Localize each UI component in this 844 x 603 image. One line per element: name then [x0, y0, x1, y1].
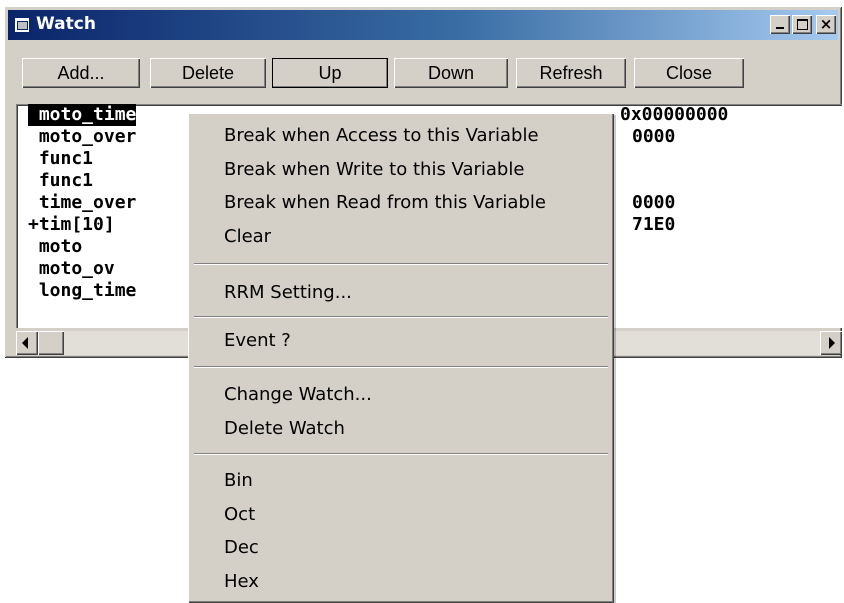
watch-row-name[interactable]: moto_ov — [28, 258, 115, 280]
watch-row-name[interactable]: +tim[10] — [28, 214, 115, 236]
menu-separator — [194, 316, 608, 318]
menu-item-dec[interactable]: Dec — [224, 533, 259, 563]
watch-row-name[interactable]: moto_over — [28, 126, 137, 148]
menu-item-change-watch[interactable]: Change Watch... — [224, 380, 372, 410]
window-icon[interactable] — [14, 17, 30, 33]
refresh-button[interactable]: Refresh — [516, 58, 626, 88]
menu-item-bin[interactable]: Bin — [224, 466, 253, 496]
watch-row-value: 0x00000000 — [620, 104, 729, 125]
watch-row-name[interactable]: func1 — [28, 170, 93, 192]
watch-row-value: 71E0 — [632, 214, 676, 235]
watch-row-name[interactable]: long_time — [28, 280, 137, 302]
menu-item-delete-watch[interactable]: Delete Watch — [224, 414, 345, 444]
watch-row-name[interactable]: time_over — [28, 192, 137, 214]
context-menu: Break when Access to this Variable Break… — [188, 113, 614, 603]
menu-item-break-write[interactable]: Break when Write to this Variable — [224, 155, 524, 185]
arrow-left-icon[interactable] — [16, 331, 38, 355]
menu-item-hex[interactable]: Hex — [224, 567, 259, 597]
watch-row-value: 0000 — [632, 126, 676, 147]
menu-item-break-access[interactable]: Break when Access to this Variable — [224, 121, 539, 151]
down-button[interactable]: Down — [394, 58, 508, 88]
menu-item-event[interactable]: Event ? — [224, 326, 291, 356]
menu-separator — [194, 453, 608, 455]
menu-item-clear[interactable]: Clear — [224, 222, 271, 252]
menu-separator — [194, 263, 608, 265]
close-button[interactable]: Close — [634, 58, 744, 88]
watch-row-name[interactable]: moto — [28, 236, 82, 258]
window-title: Watch — [36, 14, 96, 34]
close-icon[interactable]: × — [816, 15, 836, 34]
watch-row-name[interactable]: moto_time — [28, 104, 137, 126]
delete-button[interactable]: Delete — [150, 58, 266, 88]
menu-item-rrm-setting[interactable]: RRM Setting... — [224, 278, 352, 308]
watch-row-name[interactable]: func1 — [28, 148, 93, 170]
title-bar[interactable]: Watch × — [8, 10, 838, 40]
arrow-right-icon[interactable] — [820, 331, 842, 355]
add-button[interactable]: Add... — [22, 58, 140, 88]
menu-item-break-read[interactable]: Break when Read from this Variable — [224, 188, 546, 218]
scroll-thumb[interactable] — [38, 331, 64, 355]
menu-separator — [194, 366, 608, 368]
maximize-icon[interactable] — [792, 15, 812, 34]
watch-row-value: 0000 — [632, 192, 676, 213]
up-button[interactable]: Up — [272, 58, 388, 88]
menu-item-oct[interactable]: Oct — [224, 500, 255, 530]
minimize-icon[interactable] — [770, 15, 790, 34]
